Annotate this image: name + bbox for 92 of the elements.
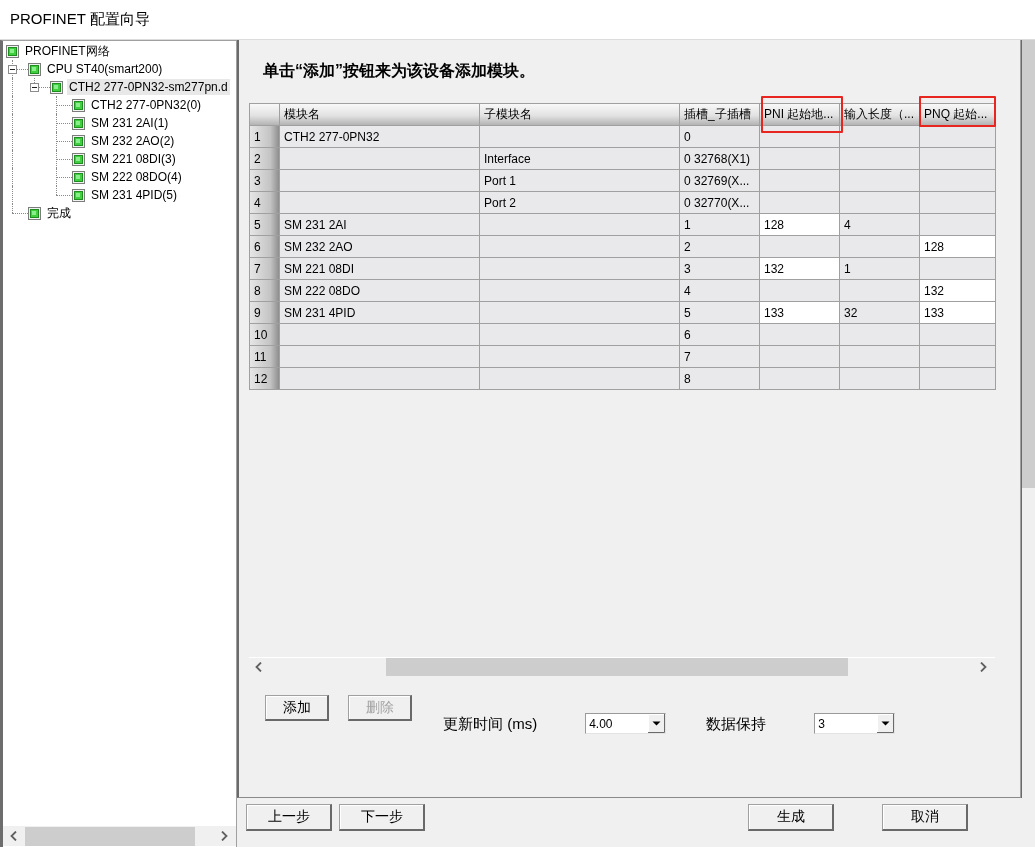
- table-cell: Port 1: [480, 170, 680, 192]
- table-cell: 7: [680, 346, 760, 368]
- table-cell[interactable]: 133: [760, 302, 840, 324]
- status-square-icon: [72, 152, 85, 166]
- table-cell[interactable]: 132: [760, 258, 840, 280]
- chevron-left-icon[interactable]: [10, 831, 17, 841]
- table-cell: 6: [680, 324, 760, 346]
- column-header[interactable]: 插槽_子插槽: [680, 104, 760, 126]
- tree-item[interactable]: CTH2 277-0PN32(0): [89, 97, 204, 113]
- row-header[interactable]: 7: [250, 258, 280, 280]
- status-square-icon: [72, 116, 85, 130]
- row-header[interactable]: 1: [250, 126, 280, 148]
- table-cell: CTH2 277-0PN32: [280, 126, 480, 148]
- row-header[interactable]: 12: [250, 368, 280, 390]
- table-cell: Port 2: [480, 192, 680, 214]
- scrollbar-track[interactable]: [3, 826, 236, 846]
- table-cell: 3: [680, 258, 760, 280]
- status-square-icon: [72, 134, 85, 148]
- status-square-icon: [28, 206, 41, 220]
- chevron-right-icon[interactable]: [980, 661, 987, 672]
- tree-item[interactable]: SM 222 08DO(4): [89, 169, 184, 185]
- status-square-icon: [28, 62, 41, 76]
- table-cell: SM 231 4PID: [280, 302, 480, 324]
- status-square-icon: [72, 170, 85, 184]
- table-cell: 0 32769(X...: [680, 170, 760, 192]
- row-header[interactable]: 6: [250, 236, 280, 258]
- collapse-icon[interactable]: [30, 83, 39, 92]
- tree-item[interactable]: SM 231 4PID(5): [89, 187, 180, 203]
- row-header[interactable]: 11: [250, 346, 280, 368]
- dropdown[interactable]: 4.00: [585, 713, 667, 734]
- status-square-icon: [72, 98, 85, 112]
- tree-item[interactable]: SM 231 2AI(1): [89, 115, 171, 131]
- window-title: PROFINET 配置向导: [10, 10, 150, 29]
- row-header[interactable]: 4: [250, 192, 280, 214]
- button[interactable]: 下一步: [339, 804, 425, 831]
- setting-label: 更新时间 (ms): [443, 714, 538, 734]
- column-header[interactable]: 模块名: [280, 104, 480, 126]
- table-cell: 4: [680, 280, 760, 302]
- table-cell: 5: [680, 302, 760, 324]
- table-cell: 2: [680, 236, 760, 258]
- scrollbar-thumb[interactable]: [386, 657, 848, 676]
- button[interactable]: 上一步: [246, 804, 332, 831]
- button[interactable]: 添加: [265, 695, 329, 721]
- scrollbar-track[interactable]: [1021, 40, 1035, 798]
- scrollbar-thumb[interactable]: [1022, 40, 1035, 488]
- table-cell: SM 222 08DO: [280, 280, 480, 302]
- tree-item[interactable]: CTH2 277-0PN32-sm277pn.d: [67, 79, 230, 95]
- table-cell: 4: [840, 214, 920, 236]
- chevron-right-icon[interactable]: [221, 831, 228, 841]
- table-cell: SM 221 08DI: [280, 258, 480, 280]
- tree-item[interactable]: SM 221 08DI(3): [89, 151, 178, 167]
- tree-item[interactable]: SM 232 2AO(2): [89, 133, 177, 149]
- row-header[interactable]: 10: [250, 324, 280, 346]
- row-header[interactable]: 5: [250, 214, 280, 236]
- row-header[interactable]: 8: [250, 280, 280, 302]
- scrollbar-thumb[interactable]: [25, 826, 195, 846]
- button[interactable]: 生成: [748, 804, 834, 831]
- dropdown[interactable]: 3: [814, 713, 896, 734]
- setting-label: 数据保持: [706, 714, 767, 734]
- tree-item[interactable]: 完成: [45, 205, 73, 221]
- table-cell[interactable]: 128: [920, 236, 996, 258]
- table-cell: 0 32768(X1): [680, 148, 760, 170]
- caret-down-icon[interactable]: [877, 714, 895, 733]
- table-cell: 32: [840, 302, 920, 324]
- column-header[interactable]: PNQ 起始...: [920, 104, 996, 126]
- row-header[interactable]: 2: [250, 148, 280, 170]
- column-header[interactable]: PNI 起始地...: [760, 104, 840, 126]
- table-cell: Interface: [480, 148, 680, 170]
- status-square-icon: [6, 44, 19, 58]
- chevron-left-icon[interactable]: [255, 661, 262, 672]
- table-cell: 1: [840, 258, 920, 280]
- status-square-icon: [72, 188, 85, 202]
- caret-down-icon[interactable]: [648, 714, 666, 733]
- table-cell: SM 231 2AI: [280, 214, 480, 236]
- table-cell: 1: [680, 214, 760, 236]
- table-cell: 8: [680, 368, 760, 390]
- table-cell[interactable]: 133: [920, 302, 996, 324]
- table-cell[interactable]: 132: [920, 280, 996, 302]
- column-header[interactable]: 子模块名: [480, 104, 680, 126]
- tree-item[interactable]: PROFINET网络: [23, 43, 112, 59]
- table-cell: 0 32770(X...: [680, 192, 760, 214]
- collapse-icon[interactable]: [8, 65, 17, 74]
- row-header[interactable]: 3: [250, 170, 280, 192]
- table-cell[interactable]: 128: [760, 214, 840, 236]
- button[interactable]: 取消: [882, 804, 968, 831]
- row-header[interactable]: 9: [250, 302, 280, 324]
- table-cell: 0: [680, 126, 760, 148]
- instruction-text: 单击“添加”按钮来为该设备添加模块。: [263, 61, 535, 81]
- column-header[interactable]: 输入长度（...: [840, 104, 920, 126]
- table-cell: SM 232 2AO: [280, 236, 480, 258]
- tree-item[interactable]: CPU ST40(smart200): [45, 61, 165, 77]
- status-square-icon: [50, 80, 63, 94]
